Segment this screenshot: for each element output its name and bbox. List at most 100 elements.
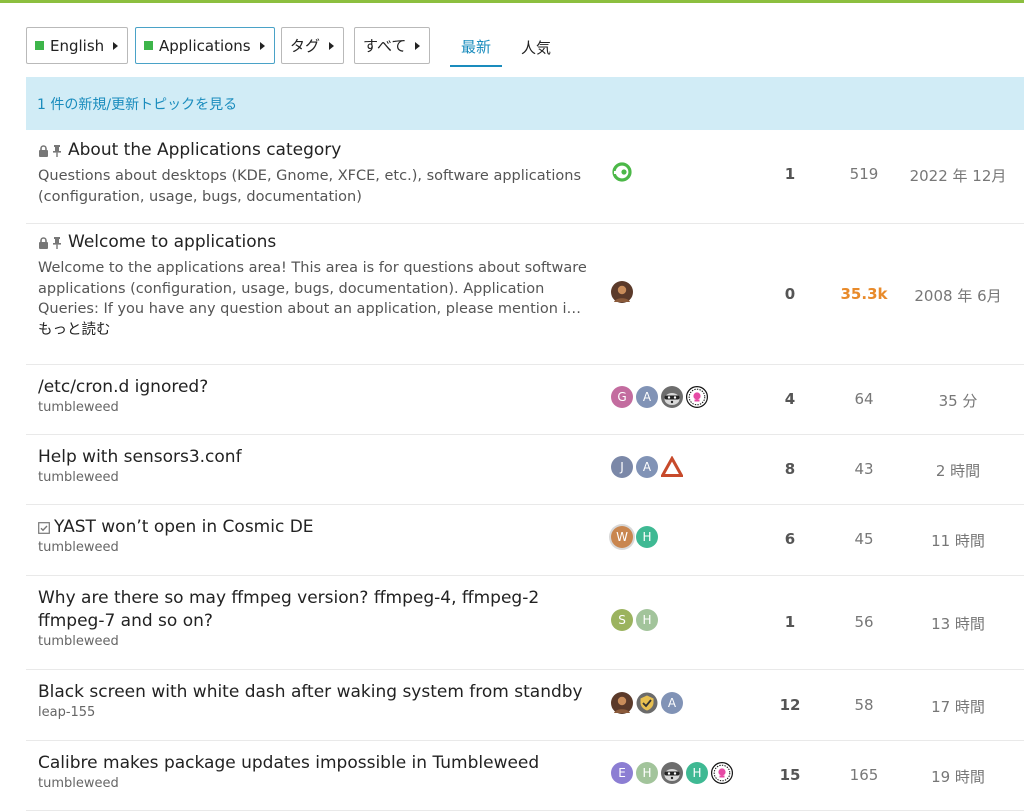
caret-right-icon — [415, 41, 421, 50]
topic-main: YAST won’t open in Cosmic DE tumbleweed — [38, 516, 598, 555]
activity-time[interactable]: 11 時間 — [898, 530, 1018, 551]
topic-title-link[interactable]: /etc/cron.d ignored? — [38, 376, 208, 399]
filter-navigation: English Applications タグ すべて 最新 人気 — [26, 27, 1024, 67]
topic-posters — [611, 159, 636, 185]
poster-avatar[interactable]: A — [636, 456, 658, 478]
poster-avatar[interactable]: J — [611, 456, 633, 478]
topic-main: Calibre makes package updates impossible… — [38, 752, 598, 791]
topic-excerpt: Welcome to the applications area! This a… — [38, 258, 598, 340]
topic-excerpt-text: Welcome to the applications area! This a… — [38, 260, 587, 317]
topic-title-link[interactable]: Calibre makes package updates impossible… — [38, 752, 539, 775]
topic-posters: EHH — [611, 760, 736, 786]
topic-tag[interactable]: leap-155 — [38, 705, 598, 720]
topic-title-line: Why are there so may ffmpeg version? ffm… — [38, 587, 598, 633]
poster-avatar[interactable]: A — [636, 386, 658, 408]
category-color-square — [35, 41, 44, 50]
poster-avatar[interactable]: G — [611, 386, 633, 408]
topic-tag[interactable]: tumbleweed — [38, 540, 598, 555]
poster-avatar[interactable]: W — [611, 526, 633, 548]
category-dropdown-label: Applications — [159, 36, 251, 55]
views-count: 45 — [854, 530, 874, 548]
topic-title-line: Help with sensors3.conf — [38, 446, 598, 469]
topic-title-line: About the Applications category — [38, 139, 598, 162]
pink-emblem-avatar-icon[interactable] — [711, 762, 733, 784]
topic-tag[interactable]: tumbleweed — [38, 400, 598, 415]
poster-avatar[interactable]: S — [611, 609, 633, 631]
activity-time[interactable]: 2 時間 — [898, 460, 1018, 481]
activity-time[interactable]: 17 時間 — [898, 696, 1018, 717]
topic-posters: GA — [611, 384, 711, 410]
topic-title-link[interactable]: Welcome to applications — [68, 231, 276, 254]
topic-tag[interactable]: tumbleweed — [38, 776, 598, 791]
new-topics-banner-text: 1 件の新規/更新トピックを見る — [37, 96, 238, 113]
topic-title-link[interactable]: Black screen with white dash after wakin… — [38, 681, 583, 704]
tags-dropdown[interactable]: タグ — [281, 27, 345, 64]
topic-row: /etc/cron.d ignored? tumbleweed G A 4 64 35 分 — [26, 365, 1024, 435]
tab-latest-label: 最新 — [460, 37, 491, 56]
user-photo-avatar[interactable] — [611, 692, 633, 714]
solved-checkbox-icon — [38, 521, 50, 534]
views-count: 58 — [854, 696, 874, 714]
poster-avatar[interactable]: H — [686, 762, 708, 784]
tab-latest[interactable]: 最新 — [450, 27, 502, 67]
language-dropdown[interactable]: English — [26, 27, 129, 64]
activity-time[interactable]: 35 分 — [898, 390, 1018, 411]
poster-avatar[interactable]: H — [636, 762, 658, 784]
topic-title-line: Calibre makes package updates impossible… — [38, 752, 598, 775]
shield-avatar-icon[interactable] — [636, 692, 658, 714]
topic-title-link[interactable]: About the Applications category — [68, 139, 341, 162]
poster-avatar[interactable]: H — [636, 526, 658, 548]
topic-title-link[interactable]: YAST won’t open in Cosmic DE — [54, 516, 314, 539]
topic-excerpt: Questions about desktops (KDE, Gnome, XF… — [38, 166, 598, 207]
raccoon-avatar-icon[interactable] — [661, 386, 683, 408]
all-tags-dropdown[interactable]: すべて — [354, 27, 431, 64]
activity-time[interactable]: 13 時間 — [898, 613, 1018, 634]
topic-main: /etc/cron.d ignored? tumbleweed — [38, 376, 598, 415]
activity-time[interactable]: 19 時間 — [898, 766, 1018, 787]
pink-emblem-avatar-icon[interactable] — [686, 386, 708, 408]
topic-title-link[interactable]: Why are there so may ffmpeg version? ffm… — [38, 587, 598, 633]
topic-main: About the Applications category Questions… — [38, 139, 598, 207]
raccoon-avatar-icon[interactable] — [661, 762, 683, 784]
opensuse-logo-icon[interactable] — [611, 161, 633, 183]
views-count: 35.3k — [840, 285, 888, 303]
topic-posters: SH — [611, 607, 661, 633]
topic-tag[interactable]: tumbleweed — [38, 470, 598, 485]
activity-time[interactable]: 2008 年 6月 — [898, 285, 1018, 306]
views-count: 165 — [849, 766, 879, 784]
all-tags-dropdown-label: すべて — [363, 37, 407, 55]
triangle-avatar-icon[interactable] — [661, 456, 683, 478]
user-photo-avatar[interactable] — [611, 281, 633, 303]
replies-count: 6 — [784, 530, 796, 548]
caret-right-icon — [259, 41, 265, 50]
replies-count: 12 — [779, 696, 801, 714]
topic-title-line: Welcome to applications — [38, 231, 598, 254]
topic-row: About the Applications category Questions… — [26, 130, 1024, 224]
lock-icon — [38, 236, 49, 249]
topic-tag[interactable]: tumbleweed — [38, 634, 598, 649]
poster-avatar[interactable]: A — [661, 692, 683, 714]
read-more-link[interactable]: もっと読む — [38, 322, 111, 338]
topic-posters: WH — [611, 524, 661, 550]
topic-excerpt-text: Questions about desktops (KDE, Gnome, XF… — [38, 168, 581, 205]
category-dropdown[interactable]: Applications — [135, 27, 275, 64]
topic-title-line: YAST won’t open in Cosmic DE — [38, 516, 598, 539]
replies-count: 1 — [784, 613, 796, 631]
activity-time[interactable]: 2022 年 12月 — [898, 165, 1018, 186]
caret-right-icon — [113, 41, 119, 50]
topic-posters: JA — [611, 454, 686, 480]
topic-list: About the Applications category Questions… — [26, 130, 1024, 811]
tab-top[interactable]: 人気 — [512, 27, 560, 67]
topic-title-line: /etc/cron.d ignored? — [38, 376, 598, 399]
topic-title-link[interactable]: Help with sensors3.conf — [38, 446, 242, 469]
topic-main: Help with sensors3.conf tumbleweed — [38, 446, 598, 485]
new-topics-banner[interactable]: 1 件の新規/更新トピックを見る — [26, 77, 1024, 130]
topic-row: Welcome to applications Welcome to the ap… — [26, 224, 1024, 365]
topic-row: Black screen with white dash after wakin… — [26, 670, 1024, 741]
lock-icon — [38, 144, 49, 157]
poster-avatar[interactable]: E — [611, 762, 633, 784]
pin-icon — [52, 144, 62, 157]
topic-row: Help with sensors3.conf tumbleweed J A 8 43 2 … — [26, 435, 1024, 505]
poster-avatar[interactable]: H — [636, 609, 658, 631]
views-count: 56 — [854, 613, 874, 631]
